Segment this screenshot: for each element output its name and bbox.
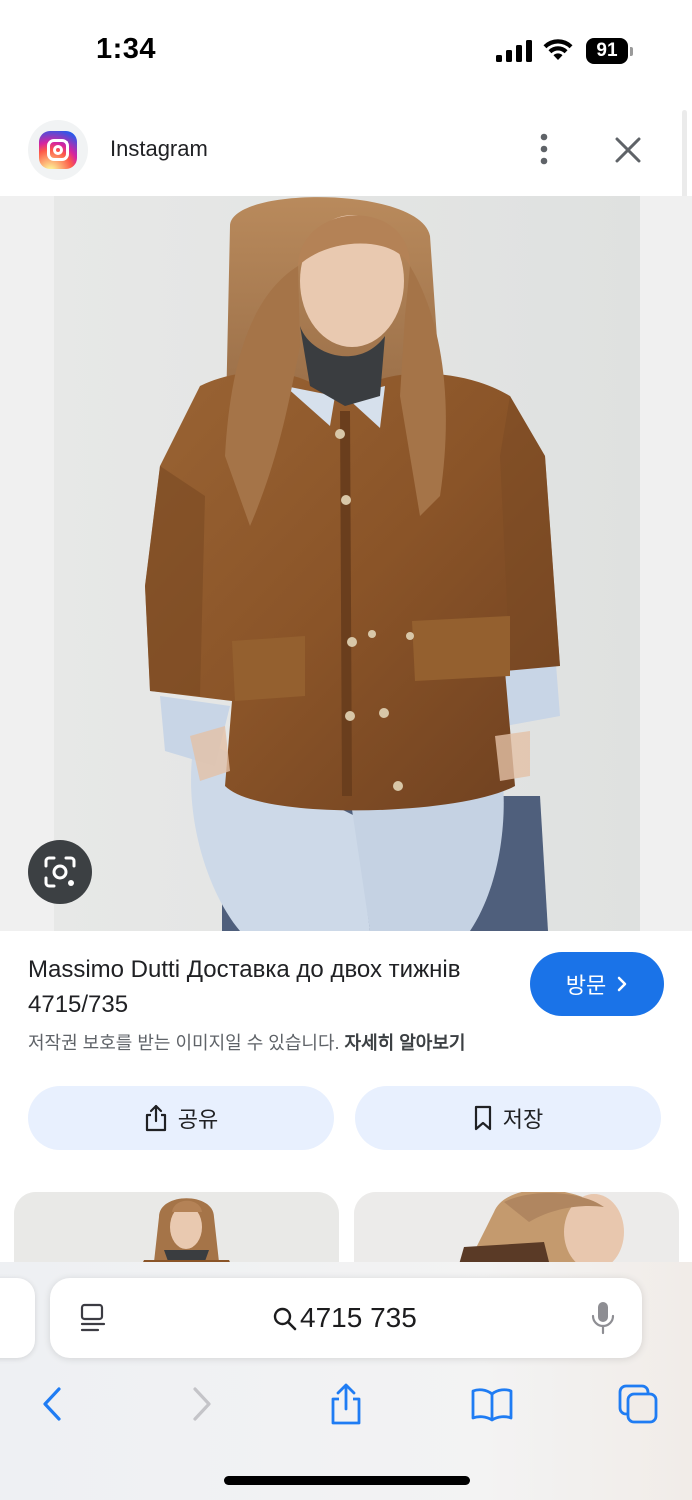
- battery-level: 91: [586, 38, 628, 64]
- status-time: 1:34: [96, 33, 157, 65]
- book-icon: [471, 1388, 513, 1422]
- reader-icon[interactable]: [78, 1302, 108, 1334]
- back-button[interactable]: [30, 1380, 74, 1428]
- share-button[interactable]: 공유: [28, 1086, 334, 1150]
- more-options-icon[interactable]: [530, 132, 558, 166]
- chevron-right-icon: [193, 1387, 211, 1421]
- chevron-right-icon: [617, 976, 627, 992]
- lens-icon: [44, 856, 76, 888]
- tabs-icon: [618, 1384, 658, 1424]
- learn-more-link[interactable]: 자세히 알아보기: [345, 1033, 466, 1053]
- browser-toolbar: 4715 735: [0, 1262, 692, 1500]
- forward-button[interactable]: [180, 1380, 224, 1428]
- image-source-header: Instagram: [0, 100, 692, 196]
- lens-button[interactable]: [28, 840, 92, 904]
- result-title[interactable]: Massimo Dutti Доставка до двох тижнів 47…: [28, 952, 508, 1022]
- bookmarks-button[interactable]: [470, 1380, 514, 1428]
- search-icon: [273, 1307, 297, 1331]
- save-label: 저장: [502, 1107, 544, 1132]
- chevron-left-icon: [43, 1387, 61, 1421]
- status-bar: 1:34 91: [0, 0, 692, 100]
- tabs-button[interactable]: [616, 1380, 660, 1428]
- copyright-notice: 저작권 보호를 받는 이미지일 수 있습니다. 자세히 알아보기: [28, 1029, 465, 1055]
- home-indicator: [224, 1476, 470, 1485]
- source-logo[interactable]: [28, 120, 88, 180]
- microphone-icon[interactable]: [590, 1300, 616, 1336]
- copyright-text: 저작권 보호를 받는 이미지일 수 있습니다.: [28, 1033, 340, 1053]
- bookmark-icon: [474, 1105, 491, 1131]
- address-bar[interactable]: 4715 735: [50, 1278, 642, 1358]
- save-button[interactable]: 저장: [355, 1086, 661, 1150]
- previous-tab-peek[interactable]: [0, 1278, 35, 1358]
- visit-button[interactable]: 방문: [530, 952, 664, 1016]
- source-name[interactable]: Instagram: [110, 136, 208, 162]
- result-image[interactable]: [0, 196, 692, 931]
- cellular-signal-icon: [496, 40, 532, 62]
- share-icon: [331, 1383, 361, 1425]
- wifi-icon: [543, 39, 573, 60]
- battery-icon: 91: [586, 38, 634, 64]
- instagram-logo-icon: [39, 131, 77, 169]
- share-label: 공유: [177, 1107, 219, 1132]
- fashion-photo: [0, 196, 692, 931]
- share-icon: [145, 1104, 166, 1132]
- share-page-button[interactable]: [324, 1380, 368, 1428]
- address-text: 4715 735: [300, 1302, 417, 1333]
- visit-label: 방문: [565, 973, 607, 998]
- close-icon[interactable]: [610, 132, 646, 168]
